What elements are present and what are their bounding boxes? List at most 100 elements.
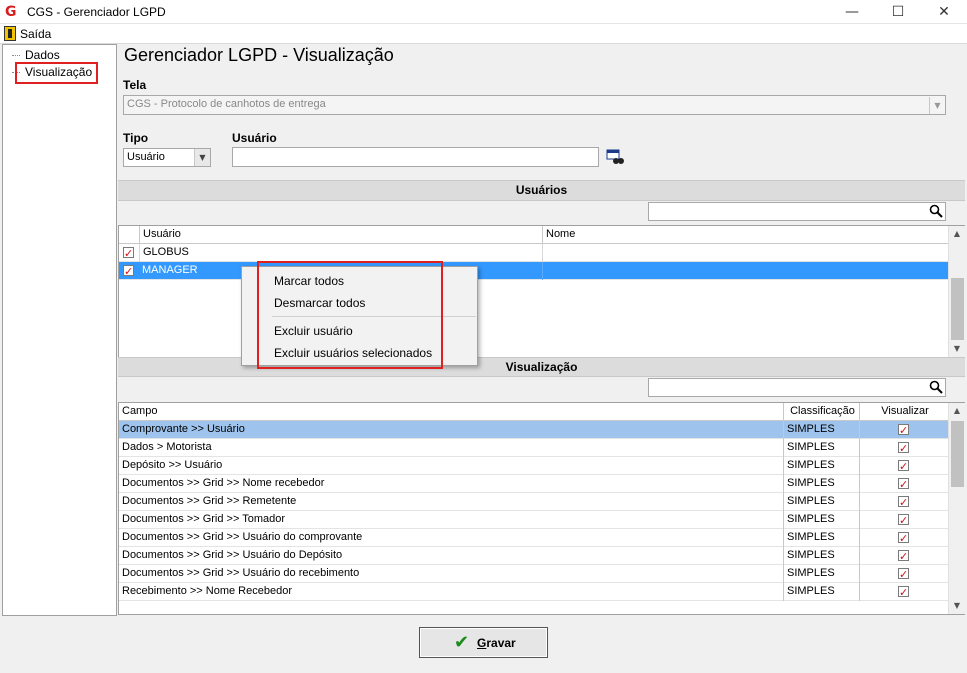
annotation-box — [257, 261, 443, 369]
scroll-down-icon[interactable]: ▼ — [949, 341, 965, 357]
campo-cell: Documentos >> Grid >> Nome recebedor — [122, 477, 325, 489]
visualizar-cell — [859, 457, 947, 475]
column-header-classificacao[interactable]: Classificação — [783, 403, 858, 421]
visualizar-checkbox[interactable] — [898, 512, 909, 529]
campo-cell: Documentos >> Grid >> Usuário do comprov… — [122, 531, 363, 543]
exit-door-icon[interactable] — [4, 26, 16, 41]
visualizar-checkbox[interactable] — [898, 584, 909, 601]
campo-cell: Documentos >> Grid >> Usuário do recebim… — [122, 567, 360, 579]
classificacao-cell: SIMPLES — [783, 493, 858, 511]
visualizar-checkbox[interactable] — [898, 530, 909, 547]
campo-cell: Documentos >> Grid >> Tomador — [122, 513, 286, 525]
visualizar-checkbox[interactable] — [898, 566, 909, 583]
table-row[interactable]: Documentos >> Grid >> Usuário do Depósit… — [119, 547, 948, 565]
checkmark-icon: ✔ — [454, 632, 470, 653]
usuario-label: Usuário — [232, 131, 277, 145]
visualizar-checkbox[interactable] — [898, 494, 909, 511]
view-search-input[interactable] — [648, 378, 946, 397]
title-bar: G CGS - Gerenciador LGPD — ☐ ✕ — [0, 0, 967, 24]
table-row[interactable]: Dados > Motorista SIMPLES — [119, 439, 948, 457]
users-section-header: Usuários — [118, 180, 965, 201]
usuario-input[interactable] — [232, 147, 599, 167]
search-icon[interactable] — [929, 380, 943, 394]
tela-combo[interactable]: CGS - Protocolo de canhotos de entrega ▼ — [123, 95, 946, 115]
tree-connector — [12, 55, 20, 56]
view-grid: Campo Classificação Visualizar Comprovan… — [118, 402, 965, 615]
visualizar-cell — [859, 583, 947, 601]
classificacao-cell: SIMPLES — [783, 457, 858, 475]
campo-cell: Dados > Motorista — [122, 441, 212, 453]
close-icon[interactable]: ✕ — [921, 0, 967, 24]
classificacao-cell: SIMPLES — [783, 529, 858, 547]
name-cell — [542, 262, 942, 280]
column-header-nome[interactable]: Nome — [542, 226, 942, 244]
visualizar-cell — [859, 493, 947, 511]
scroll-up-icon[interactable]: ▲ — [949, 403, 965, 419]
nav-tree: Dados Visualização — [2, 44, 117, 616]
table-row-selected[interactable]: Comprovante >> Usuário SIMPLES — [119, 421, 948, 439]
classificacao-cell: SIMPLES — [783, 547, 858, 565]
maximize-icon[interactable]: ☐ — [875, 0, 921, 24]
visualizar-cell — [859, 547, 947, 565]
view-grid-header: Campo Classificação Visualizar — [119, 403, 948, 421]
save-button[interactable]: ✔ Gravar — [419, 627, 548, 658]
visualizar-checkbox[interactable] — [898, 458, 909, 475]
chevron-down-icon[interactable]: ▼ — [194, 149, 210, 166]
classificacao-cell: SIMPLES — [783, 565, 858, 583]
lookup-binoculars-icon[interactable] — [606, 149, 624, 165]
tipo-label: Tipo — [123, 131, 149, 145]
menu-exit[interactable]: Saída — [20, 27, 51, 41]
save-button-label: Gravar — [477, 636, 516, 650]
campo-cell: Comprovante >> Usuário — [122, 423, 245, 435]
table-row[interactable]: Documentos >> Grid >> Tomador SIMPLES — [119, 511, 948, 529]
user-cell: GLOBUS — [139, 244, 541, 262]
window-title: CGS - Gerenciador LGPD — [27, 5, 166, 19]
search-icon[interactable] — [929, 204, 943, 218]
visualizar-cell — [859, 565, 947, 583]
column-header-visualizar[interactable]: Visualizar — [859, 403, 947, 421]
tela-value: CGS - Protocolo de canhotos de entrega — [127, 98, 326, 110]
view-rows: Comprovante >> UsuárioSIMPLESDados > Mot… — [119, 421, 948, 615]
classificacao-cell: SIMPLES — [783, 421, 858, 439]
scroll-thumb[interactable] — [951, 278, 964, 340]
row-checkbox[interactable] — [123, 245, 134, 262]
visualizar-checkbox[interactable] — [898, 440, 909, 457]
visualizar-cell — [859, 529, 947, 547]
visualizar-checkbox[interactable] — [898, 476, 909, 493]
tela-label: Tela — [123, 78, 147, 92]
table-row[interactable]: Depósito >> Usuário SIMPLES — [119, 457, 948, 475]
campo-cell: Recebimento >> Nome Recebedor — [122, 585, 292, 597]
annotation-box — [15, 62, 98, 84]
column-header-usuario[interactable]: Usuário — [139, 226, 541, 244]
column-header-campo[interactable]: Campo — [119, 403, 782, 421]
table-row[interactable]: GLOBUS — [119, 244, 948, 262]
chevron-down-icon[interactable]: ▼ — [929, 97, 945, 114]
table-row[interactable]: Documentos >> Grid >> Nome recebedor SIMP… — [119, 475, 948, 493]
name-cell — [542, 244, 942, 262]
table-row[interactable]: Documentos >> Grid >> Remetente SIMPLES — [119, 493, 948, 511]
table-row[interactable]: Recebimento >> Nome Recebedor SIMPLES — [119, 583, 948, 601]
tipo-value: Usuário — [127, 151, 165, 163]
page-title: Gerenciador LGPD - Visualização — [124, 45, 394, 65]
minimize-icon[interactable]: — — [829, 0, 875, 24]
classificacao-cell: SIMPLES — [783, 583, 858, 601]
scroll-up-icon[interactable]: ▲ — [949, 226, 965, 242]
scroll-thumb[interactable] — [951, 421, 964, 487]
visualizar-cell — [859, 421, 947, 439]
menu-bar: Saída — [0, 24, 967, 44]
table-row[interactable]: Documentos >> Grid >> Usuário do recebim… — [119, 565, 948, 583]
row-checkbox[interactable] — [123, 263, 134, 280]
visualizar-cell — [859, 511, 947, 529]
visualizar-cell — [859, 475, 947, 493]
users-search-input[interactable] — [648, 202, 946, 221]
visualizar-checkbox[interactable] — [898, 548, 909, 565]
scroll-down-icon[interactable]: ▼ — [949, 598, 965, 614]
table-row[interactable]: Documentos >> Grid >> Usuário do comprov… — [119, 529, 948, 547]
tipo-combo[interactable]: Usuário ▼ — [123, 148, 211, 167]
view-scrollbar[interactable]: ▲ ▼ — [948, 403, 965, 614]
tree-item-dados[interactable]: Dados — [25, 48, 60, 62]
visualizar-checkbox[interactable] — [898, 422, 909, 439]
users-scrollbar[interactable]: ▲ ▼ — [948, 226, 965, 357]
app-logo-icon: G — [5, 4, 17, 20]
campo-cell: Documentos >> Grid >> Remetente — [122, 495, 297, 507]
